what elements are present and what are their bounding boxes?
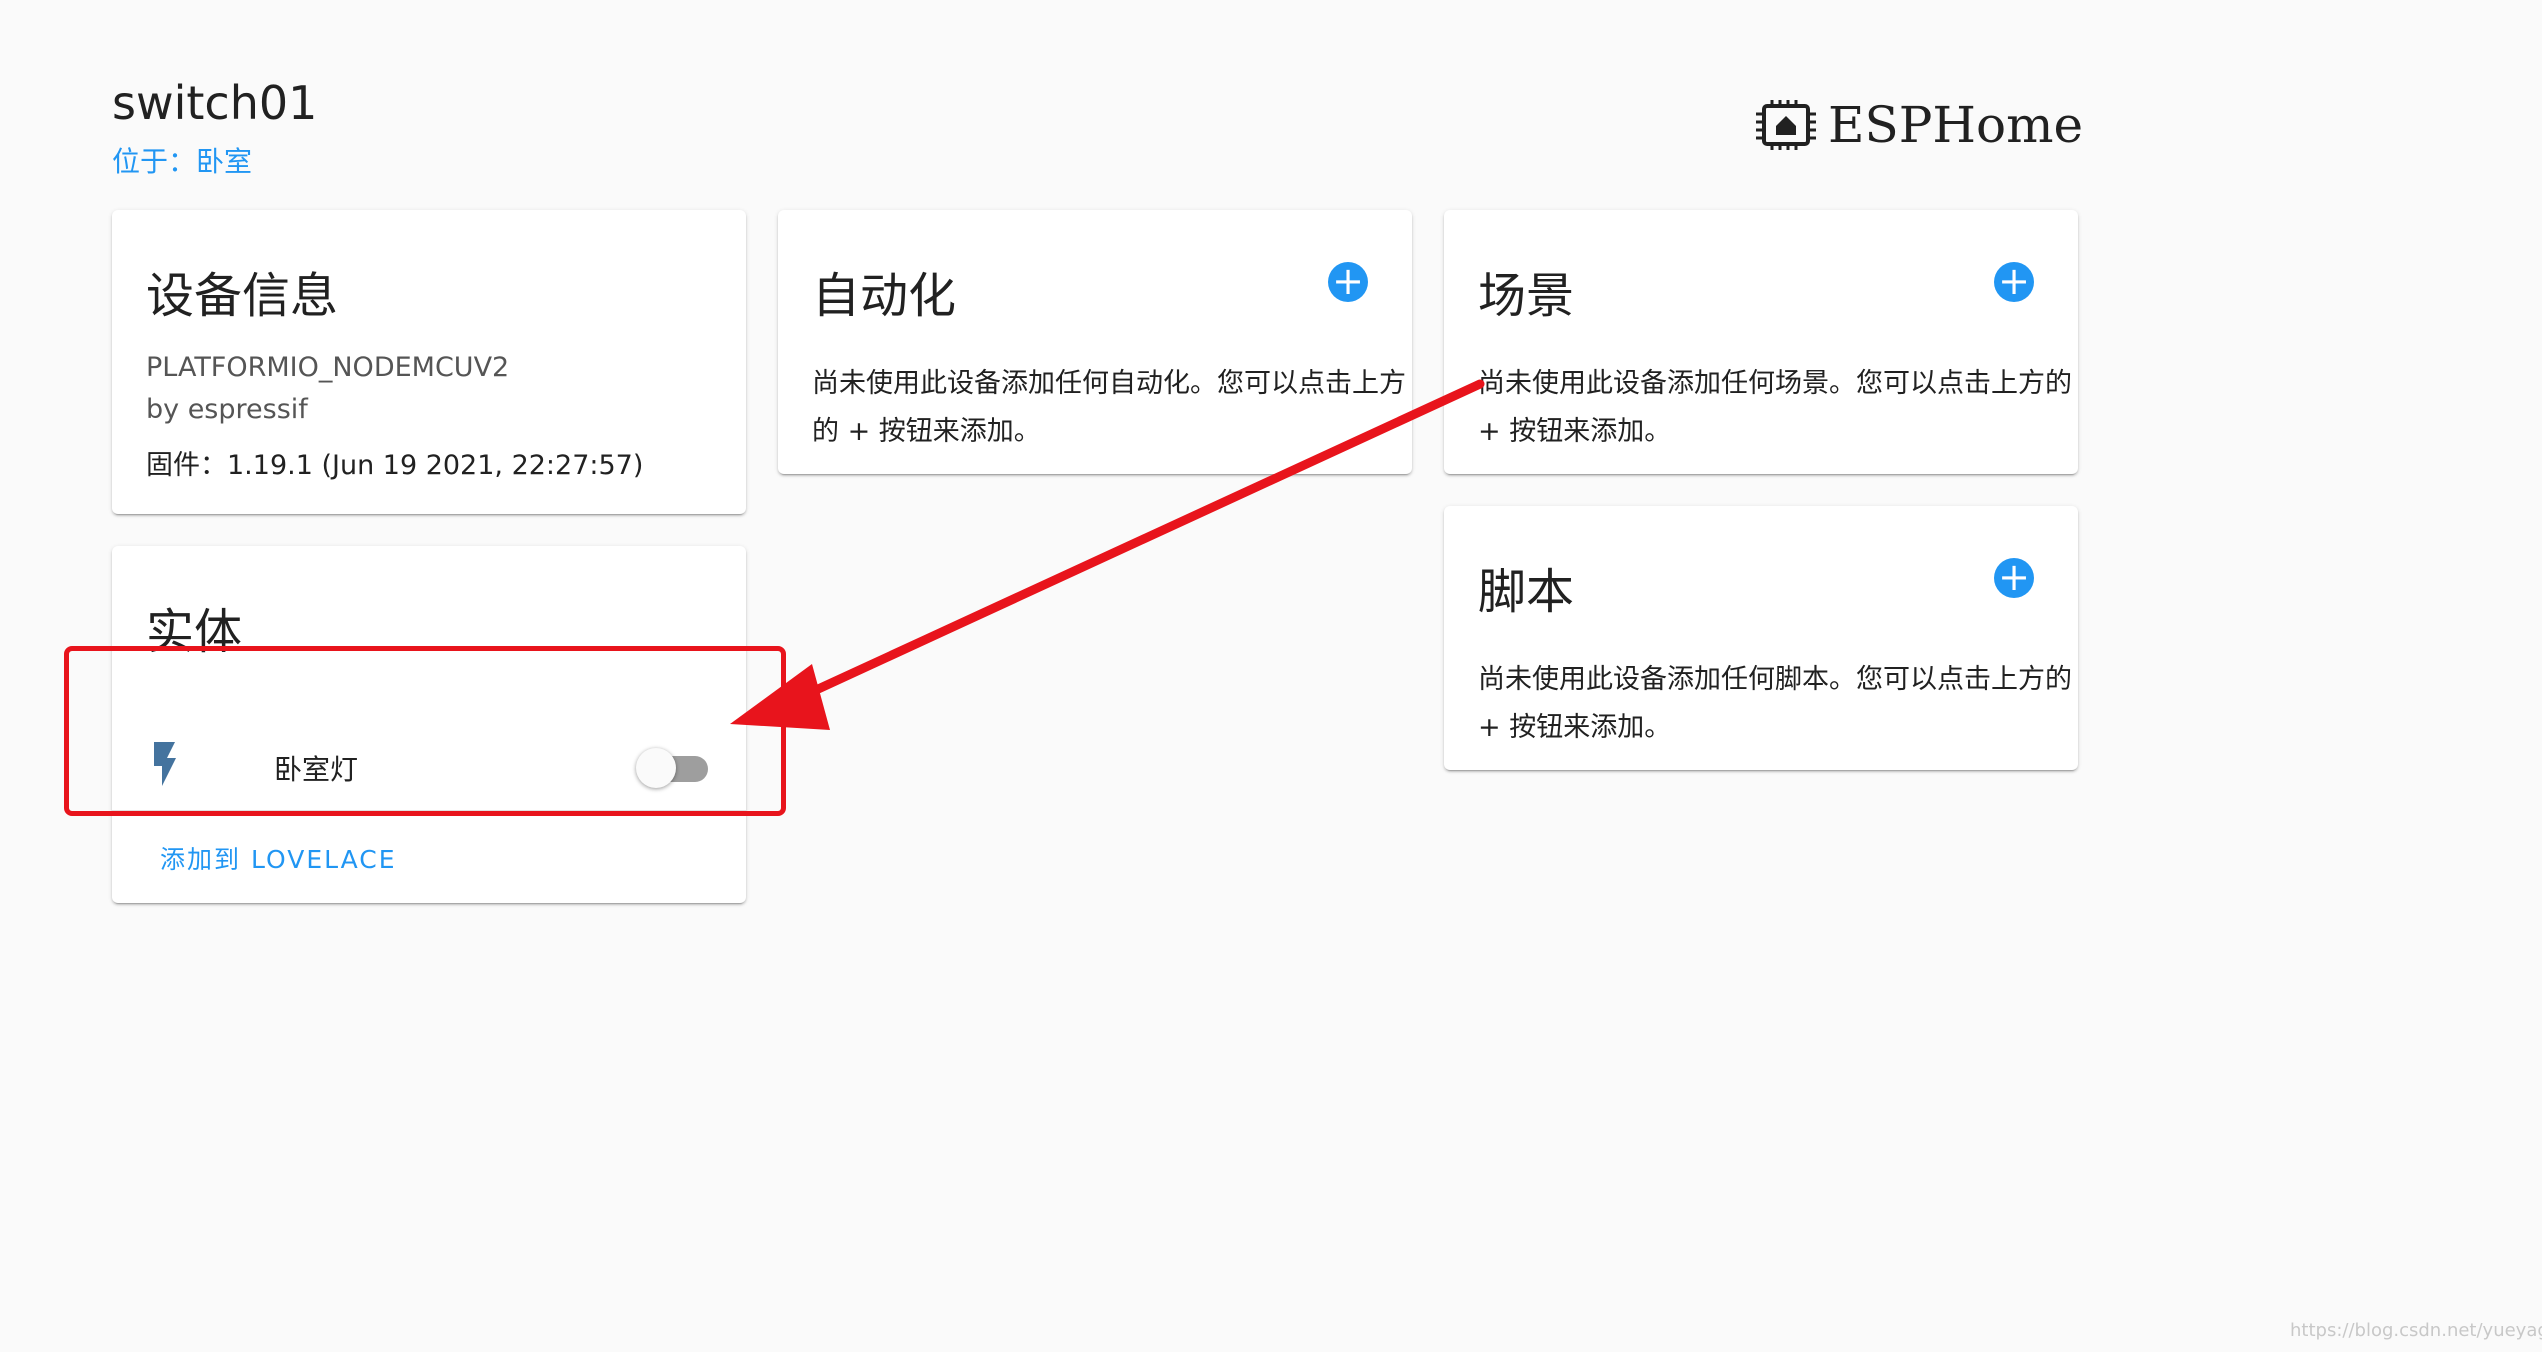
device-firmware: 固件：1.19.1 (Jun 19 2021, 22:27:57) xyxy=(146,450,644,481)
script-card: 脚本 + 尚未使用此设备添加任何脚本。您可以点击上方的 + 按钮来添加。 xyxy=(1444,506,2078,770)
automation-empty-text: 尚未使用此设备添加任何自动化。您可以点击上方的 + 按钮来添加。 xyxy=(812,368,1406,447)
add-automation-button[interactable]: + xyxy=(1328,262,1368,302)
automation-title: 自动化 xyxy=(812,268,957,324)
scene-card: 场景 + 尚未使用此设备添加任何场景。您可以点击上方的 + 按钮来添加。 xyxy=(1444,210,2078,474)
device-area-link[interactable]: 位于：卧室 xyxy=(112,140,252,180)
scene-empty-text: 尚未使用此设备添加任何场景。您可以点击上方的 + 按钮来添加。 xyxy=(1478,368,2072,447)
add-scene-button[interactable]: + xyxy=(1994,262,2034,302)
annotation-highlight-box xyxy=(64,646,786,816)
automation-card: 自动化 + 尚未使用此设备添加任何自动化。您可以点击上方的 + 按钮来添加。 xyxy=(778,210,1412,474)
device-info-card: 设备信息 PLATFORMIO_NODEMCUV2 by espressif 固… xyxy=(112,210,746,514)
watermark-text: https://blog.csdn.net/yueyagazhao xyxy=(2290,1320,2542,1341)
add-to-lovelace-button[interactable]: 添加到 LOVELACE xyxy=(160,840,397,876)
esphome-chip-icon xyxy=(1756,100,1816,150)
esphome-logo-text: ESPHome xyxy=(1828,96,2084,154)
device-model: PLATFORMIO_NODEMCUV2 xyxy=(146,352,510,383)
script-title: 脚本 xyxy=(1478,564,1575,620)
scene-title: 场景 xyxy=(1478,268,1575,324)
device-info-title: 设备信息 xyxy=(146,268,339,324)
script-empty-text: 尚未使用此设备添加任何脚本。您可以点击上方的 + 按钮来添加。 xyxy=(1478,664,2072,743)
esphome-logo: ESPHome xyxy=(1754,96,2083,154)
device-manufacturer: by espressif xyxy=(146,394,308,425)
add-script-button[interactable]: + xyxy=(1994,558,2034,598)
device-title: switch01 xyxy=(112,76,318,130)
